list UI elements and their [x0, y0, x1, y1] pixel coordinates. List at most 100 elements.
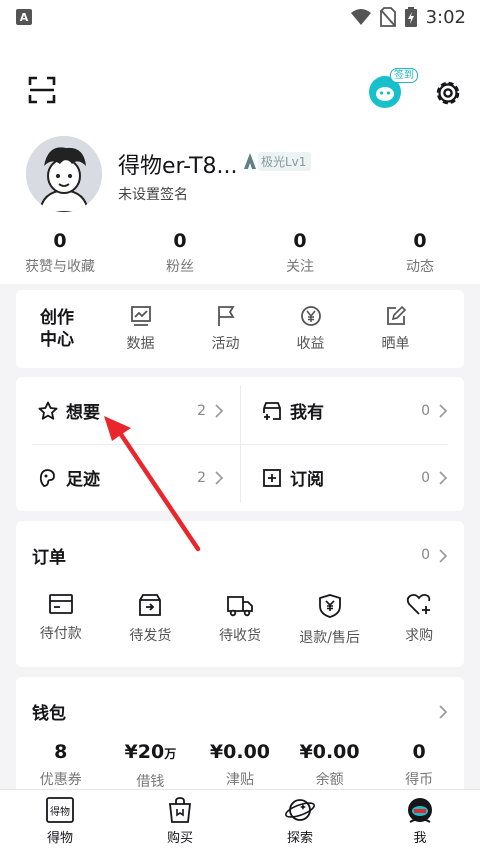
tab-label: 我 [413, 831, 427, 846]
battery-icon [404, 7, 417, 27]
top-bar: 签到 [0, 34, 480, 134]
tab-me[interactable]: 我 [360, 790, 480, 855]
orders-card: 订单 0 待付款 待发货 待收货 退款/售后 求购 [16, 521, 464, 667]
wallet-card: 钱包 8 优惠券 ¥20万 借钱 ¥0.00 津贴 ¥0.00 余额 0 得币 [16, 677, 464, 797]
footprint-entry[interactable]: 足迹 2 [16, 444, 240, 511]
stat-fans[interactable]: 0 粉丝 [120, 230, 240, 276]
chevron-right-icon [439, 470, 448, 485]
creator-title-line: 创作 [40, 308, 74, 328]
wallet-balance[interactable]: ¥0.00 余额 [285, 741, 375, 791]
stat-label: 粉丝 [166, 259, 194, 275]
wallet-value: ¥20万 [106, 741, 196, 765]
signature[interactable]: 未设置签名 [118, 184, 188, 204]
footprint-icon [39, 468, 55, 487]
bottom-tab-bar: 得物 得物 购买 探索 我 [0, 789, 480, 855]
star-icon [38, 401, 58, 420]
stat-value: 0 [293, 230, 307, 252]
dewu-icon: 得物 [46, 797, 74, 823]
wallet-value: ¥0.00 [285, 741, 375, 763]
creator-title-line: 中心 [40, 330, 74, 350]
order-pending-receipt[interactable]: 待收货 [195, 593, 285, 647]
card-icon [48, 594, 73, 614]
subscribe-count: 0 [421, 469, 430, 486]
orders-title: 订单 [32, 548, 66, 568]
truck-icon [227, 596, 253, 617]
scan-icon[interactable] [28, 76, 56, 104]
order-wanted[interactable]: 求购 [374, 593, 464, 647]
subscribe-entry[interactable]: 订阅 0 [240, 444, 464, 511]
nickname[interactable]: 得物er-T8... [118, 148, 238, 180]
creator-item-label: 收益 [296, 336, 325, 352]
package-icon [139, 594, 162, 616]
order-label: 待收货 [218, 628, 261, 644]
heart-plus-icon [407, 593, 431, 615]
tab-explore[interactable]: 探索 [240, 790, 360, 855]
app-notification-icon: A [16, 9, 32, 25]
tab-dewu[interactable]: 得物 得物 [0, 790, 120, 855]
order-pending-payment[interactable]: 待付款 [16, 593, 106, 647]
have-count: 0 [421, 402, 430, 419]
planet-icon [285, 799, 315, 821]
footprint-count: 2 [197, 469, 206, 486]
wallet-coins[interactable]: 0 得币 [374, 741, 464, 791]
order-label: 待发货 [129, 628, 172, 644]
creator-item-data[interactable]: 数据 [98, 305, 183, 353]
wallet-label: 津贴 [225, 772, 254, 788]
footprint-label: 足迹 [66, 470, 100, 490]
chevron-right-icon[interactable] [438, 549, 448, 563]
stat-likes[interactable]: 0 获赞与收藏 [0, 230, 120, 276]
stat-label: 动态 [406, 259, 434, 275]
chevron-right-icon [215, 470, 224, 485]
clock: 3:02 [425, 6, 466, 28]
level-label: 极光Lv1 [258, 151, 312, 171]
order-label: 求购 [405, 628, 434, 644]
chart-icon [130, 306, 151, 326]
avatar[interactable] [26, 136, 102, 212]
have-entry[interactable]: 我有 0 [240, 377, 464, 444]
level-badge[interactable]: 极光Lv1 [244, 151, 312, 171]
wallet-allowance[interactable]: ¥0.00 津贴 [195, 741, 285, 791]
profile-stats: 0 获赞与收藏 0 粉丝 0 关注 0 动态 [0, 230, 480, 276]
chevron-right-icon[interactable] [438, 705, 448, 719]
status-bar: A 3:02 [0, 0, 480, 34]
creator-item-label: 活动 [211, 336, 240, 352]
wallet-amount: 0 [412, 741, 426, 763]
tab-buy[interactable]: 购买 [120, 790, 240, 855]
order-pending-shipment[interactable]: 待发货 [106, 593, 196, 647]
wallet-title: 钱包 [32, 704, 66, 724]
checkin-badge: 签到 [390, 68, 418, 83]
wallet-loan[interactable]: ¥20万 借钱 [106, 741, 196, 791]
flag-icon [217, 306, 235, 326]
wallet-label: 优惠券 [39, 772, 82, 788]
orders-count[interactable]: 0 [421, 547, 430, 563]
wifi-icon [350, 9, 371, 25]
yen-icon [300, 306, 321, 326]
subscribe-label: 订阅 [290, 470, 324, 490]
stat-label: 获赞与收藏 [25, 259, 95, 275]
wallet-unit: 万 [164, 747, 177, 761]
subscribe-icon [263, 468, 281, 487]
stat-posts[interactable]: 0 动态 [360, 230, 480, 276]
order-label: 退款/售后 [299, 630, 360, 646]
creator-item-showoff[interactable]: 晒单 [353, 305, 438, 353]
want-entry[interactable]: 想要 2 [16, 377, 240, 444]
creator-item-earnings[interactable]: 收益 [268, 305, 353, 353]
creator-item-activity[interactable]: 活动 [183, 305, 268, 353]
have-label: 我有 [290, 403, 324, 423]
tab-label: 购买 [166, 831, 193, 846]
order-status-row: 待付款 待发货 待收货 退款/售后 求购 [16, 593, 464, 647]
wallet-row: 8 优惠券 ¥20万 借钱 ¥0.00 津贴 ¥0.00 余额 0 得币 [16, 741, 464, 791]
wallet-label: 余额 [315, 772, 344, 788]
creator-item-label: 晒单 [381, 336, 410, 352]
stat-following[interactable]: 0 关注 [240, 230, 360, 276]
creator-center-title[interactable]: 创作 中心 [16, 307, 98, 351]
order-refund[interactable]: 退款/售后 [285, 593, 375, 647]
stat-value: 0 [53, 230, 67, 252]
wallet-amount: ¥20 [124, 741, 165, 763]
gear-icon[interactable] [433, 78, 463, 108]
checkin-button[interactable]: 签到 [366, 66, 418, 110]
wallet-value: 8 [16, 741, 106, 763]
shield-yen-icon [318, 594, 341, 618]
wallet-coupons[interactable]: 8 优惠券 [16, 741, 106, 791]
avatar-icon [408, 798, 432, 823]
